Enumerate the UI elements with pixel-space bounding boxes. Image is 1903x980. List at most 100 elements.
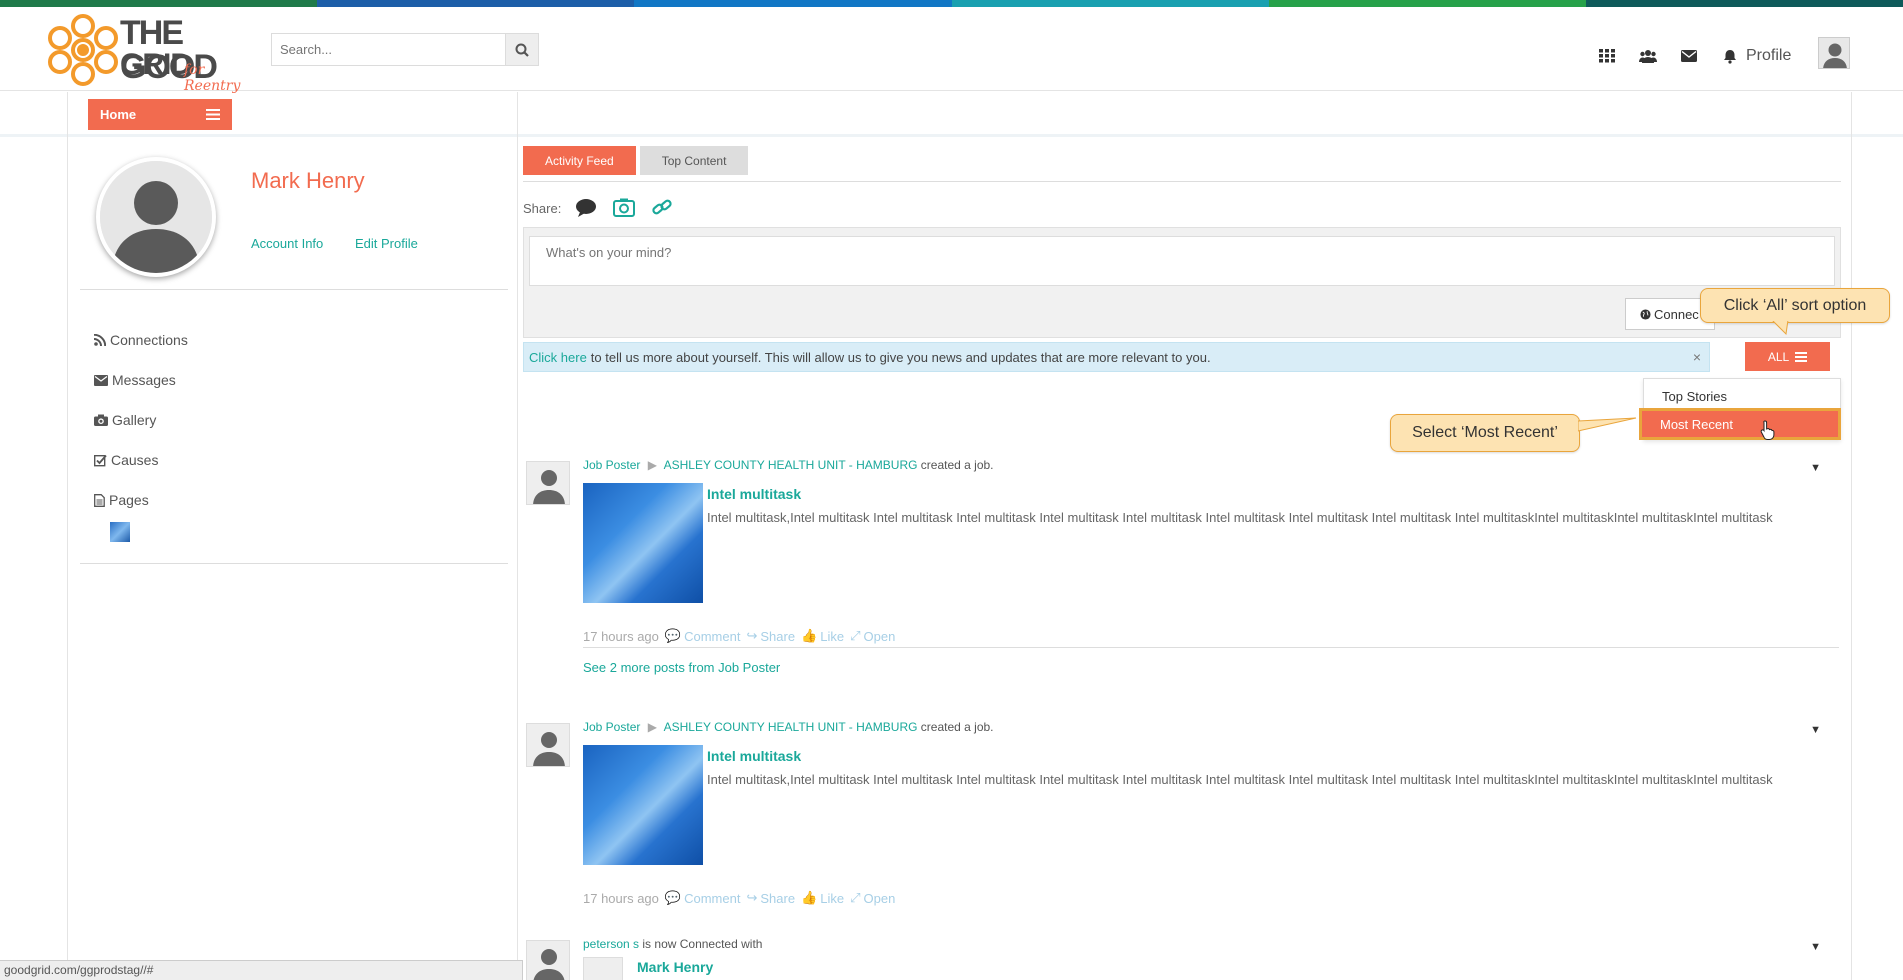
container-right-border <box>1851 92 1852 980</box>
post-author-avatar[interactable] <box>526 461 570 505</box>
home-label: Home <box>100 107 137 122</box>
post-header: Job Poster ▶ ASHLEY COUNTY HEALTH UNIT -… <box>583 458 994 472</box>
site-logo[interactable]: THE GOOD GRID for Reentry <box>48 12 263 94</box>
sidebar-divider <box>80 289 508 290</box>
hand-cursor-icon <box>1760 420 1775 440</box>
sidebar-item-causes[interactable]: Causes <box>94 440 188 480</box>
browser-status-bar: goodgrid.com/ggprodstag//# <box>0 960 523 980</box>
post-headline-link[interactable]: Intel multitask <box>707 748 801 764</box>
connect-button-label: Connec <box>1654 306 1699 322</box>
search-input[interactable] <box>271 33 505 66</box>
rss-icon <box>94 334 106 346</box>
comment-button[interactable]: 💬 Comment <box>665 628 741 644</box>
user-avatar[interactable] <box>1818 37 1850 69</box>
users-icon[interactable] <box>1627 45 1668 67</box>
envelope-icon[interactable] <box>1668 45 1709 67</box>
open-label: Open <box>863 628 896 644</box>
avatar-silhouette-icon <box>1819 38 1849 68</box>
sub-navigation-bar: Home <box>0 92 1903 137</box>
alert-click-here-link[interactable]: Click here <box>529 350 587 365</box>
bell-icon[interactable] <box>1709 45 1750 67</box>
share-arrow-icon: ↪ <box>746 890 758 905</box>
share-button[interactable]: ↪ Share <box>746 628 795 644</box>
tab-top-content[interactable]: Top Content <box>639 146 749 175</box>
thumbs-up-icon: 👍 <box>801 890 818 905</box>
post-meta-row: 17 hours ago 💬 Comment ↪ Share 👍 Like ⤢ Open <box>583 628 895 644</box>
post-target-link[interactable]: ASHLEY COUNTY HEALTH UNIT - HAMBURG <box>664 458 918 472</box>
sidebar-item-gallery[interactable]: Gallery <box>94 400 188 440</box>
comment-label: Comment <box>684 628 741 644</box>
sidebar-item-label: Gallery <box>112 412 157 428</box>
photo-icon <box>613 198 636 217</box>
tutorial-callout-most-recent: Select ‘Most Recent’ <box>1390 414 1580 452</box>
callout-all-text: Click ‘All’ sort option <box>1723 296 1867 314</box>
share-label-text: Share <box>760 890 796 906</box>
connected-user-link[interactable]: Mark Henry <box>637 959 713 975</box>
post-timestamp: 17 hours ago <box>583 628 659 644</box>
open-button[interactable]: ⤢ Open <box>850 628 895 644</box>
post-author-avatar[interactable] <box>526 723 570 767</box>
sidebar-item-connections[interactable]: Connections <box>94 320 188 360</box>
post-timestamp: 17 hours ago <box>583 890 659 906</box>
chevron-down-icon[interactable]: ▼ <box>1810 724 1821 736</box>
like-label: Like <box>820 628 845 644</box>
logo-word-grid: GRID <box>120 48 192 81</box>
chevron-down-icon[interactable]: ▼ <box>1810 941 1821 953</box>
like-button[interactable]: 👍 Like <box>801 890 844 906</box>
feed-post: Job Poster ▶ ASHLEY COUNTY HEALTH UNIT -… <box>523 458 1841 688</box>
post-author-link[interactable]: Job Poster <box>583 458 640 472</box>
home-menu-button[interactable]: Home <box>88 99 232 130</box>
page-thumbnail[interactable] <box>110 522 130 542</box>
flower-logo-icon <box>48 14 118 86</box>
see-more-posts-link[interactable]: See 2 more posts from Job Poster <box>583 660 780 675</box>
share-button[interactable]: ↪ Share <box>746 890 795 906</box>
post-image[interactable] <box>583 483 703 603</box>
post-author-link[interactable]: Job Poster <box>583 720 640 734</box>
camera-icon <box>94 414 108 426</box>
post-author-link[interactable]: peterson s <box>583 937 639 951</box>
account-info-link[interactable]: Account Info <box>251 236 323 251</box>
share-arrow-icon: ↪ <box>746 628 758 643</box>
compose-box: Connec <box>523 227 1841 338</box>
edit-profile-link[interactable]: Edit Profile <box>355 236 418 251</box>
like-button[interactable]: 👍 Like <box>801 628 844 644</box>
sort-option-most-recent[interactable]: Most Recent <box>1639 408 1841 440</box>
sidebar-item-label: Connections <box>110 332 188 348</box>
sidebar-item-pages[interactable]: Pages <box>94 480 188 520</box>
user-name[interactable]: Mark Henry <box>251 168 365 194</box>
thumbs-up-icon: 👍 <box>801 628 818 643</box>
search-button[interactable] <box>504 33 539 66</box>
post-image[interactable] <box>583 745 703 865</box>
connection-avatar[interactable] <box>583 957 623 980</box>
sidebar-item-label: Messages <box>112 372 176 388</box>
open-button[interactable]: ⤢ Open <box>850 890 895 906</box>
share-link-button[interactable] <box>649 195 675 221</box>
post-meta-row: 17 hours ago 💬 Comment ↪ Share 👍 Like ⤢ Open <box>583 890 895 906</box>
sort-option-top-stories[interactable]: Top Stories <box>1644 383 1840 409</box>
share-status-button[interactable] <box>573 195 599 221</box>
profile-picture[interactable] <box>96 157 216 277</box>
post-author-avatar[interactable] <box>526 940 570 980</box>
avatar-silhouette-icon <box>527 724 569 766</box>
share-label-text: Share <box>760 628 796 644</box>
close-icon[interactable]: × <box>1693 349 1701 365</box>
chevron-down-icon[interactable]: ▼ <box>1810 462 1821 474</box>
apps-grid-icon[interactable] <box>1586 45 1627 67</box>
post-target-link[interactable]: ASHLEY COUNTY HEALTH UNIT - HAMBURG <box>664 720 918 734</box>
sidebar-item-messages[interactable]: Messages <box>94 360 188 400</box>
status-input[interactable] <box>529 236 1835 286</box>
share-photo-button[interactable] <box>611 195 637 221</box>
profile-info-alert: Click here to tell us more about yoursel… <box>523 342 1710 372</box>
alert-message: to tell us more about yourself. This wil… <box>590 349 1211 365</box>
tab-activity-feed[interactable]: Activity Feed <box>523 146 636 175</box>
sidebar-divider <box>80 563 508 564</box>
callout-pointer-icon <box>1578 417 1637 432</box>
post-headline-link[interactable]: Intel multitask <box>707 486 801 502</box>
checkbox-icon <box>94 454 107 466</box>
sort-all-button[interactable]: ALL <box>1745 342 1830 371</box>
top-color-stripe <box>0 0 1903 7</box>
profile-link[interactable]: Profile <box>1746 47 1791 65</box>
comment-button[interactable]: 💬 Comment <box>665 890 741 906</box>
post-action-text: created a job. <box>920 458 994 472</box>
post-body-text: Intel multitask,Intel multitask Intel mu… <box>707 772 1773 787</box>
